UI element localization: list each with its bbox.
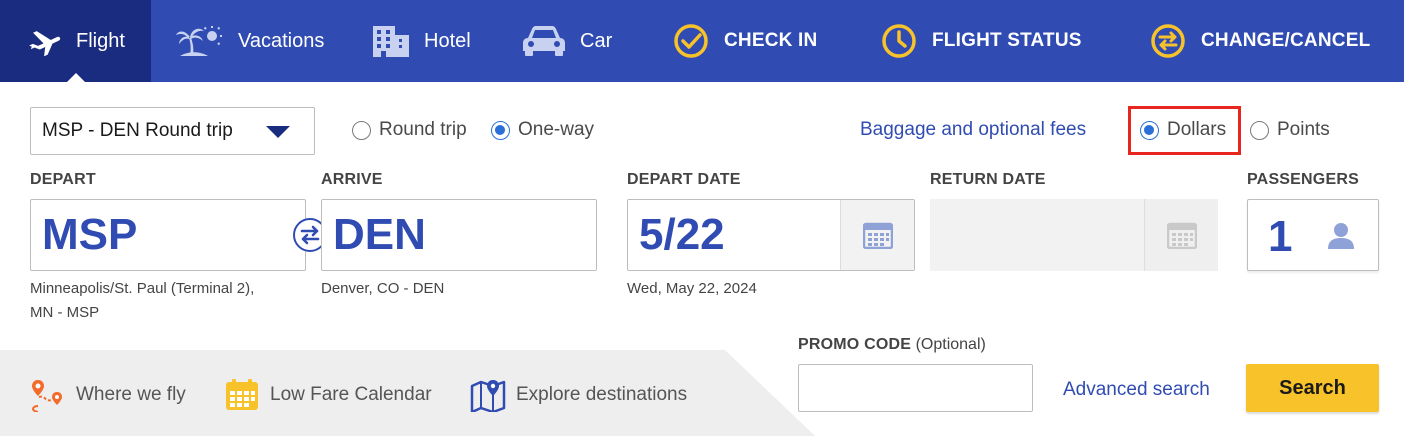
promo-code-label-text: PROMO CODE [798,336,912,353]
radio-round-trip[interactable]: Round trip [352,119,467,141]
depart-airport-detail-line2: MN - MSP [30,304,100,321]
tab-flight-status[interactable]: FLIGHT STATUS [880,0,1082,82]
promo-code-input[interactable] [798,364,1033,412]
search-button[interactable]: Search [1246,364,1379,412]
passengers-label: PASSENGERS [1247,171,1359,188]
depart-date-value: 5/22 [639,210,725,259]
depart-label: DEPART [30,171,96,188]
explore-destinations-label: Explore destinations [516,384,688,405]
person-icon [1326,220,1356,255]
radio-dollars-circle [1140,120,1159,140]
tab-vacations[interactable]: Vacations [176,0,324,82]
map-pin-icon [470,378,506,412]
where-we-fly-label: Where we fly [76,384,186,405]
tab-change-cancel[interactable]: CHANGE/CANCEL [1149,0,1370,82]
tab-flight-status-label: FLIGHT STATUS [932,30,1082,51]
radio-round-trip-circle [352,120,371,140]
calendar-icon [862,222,893,249]
tab-vacations-label: Vacations [238,29,325,52]
depart-airport-detail-line1: Minneapolis/St. Paul (Terminal 2), [30,280,255,297]
depart-date-label: DEPART DATE [627,171,741,188]
passengers-count: 1 [1268,212,1293,261]
tab-check-in-label: CHECK IN [724,30,818,51]
radio-one-way-circle [491,120,510,140]
return-date-input-disabled [930,199,1218,271]
saved-trip-value: MSP - DEN Round trip [42,120,233,141]
check-circle-icon [672,22,710,60]
promo-code-label: PROMO CODE (Optional) [798,336,986,354]
tab-hotel[interactable]: Hotel [372,0,471,82]
arrive-label: ARRIVE [321,171,383,188]
depart-airport-input[interactable]: MSP [30,199,306,271]
car-icon [522,25,566,57]
tab-change-cancel-label: CHANGE/CANCEL [1201,30,1371,51]
calendar-icon [1166,222,1197,249]
depart-date-detail: Wed, May 22, 2024 [627,280,757,297]
depart-date-input[interactable]: 5/22 [627,199,915,271]
low-fare-calendar-link[interactable]: Low Fare Calendar [224,378,432,412]
clock-icon [880,22,918,60]
tab-check-in[interactable]: CHECK IN [672,0,817,82]
radio-dollars-label: Dollars [1167,119,1227,140]
route-map-icon [30,378,66,412]
radio-dollars[interactable]: Dollars [1140,119,1226,141]
airplane-icon [26,26,62,56]
depart-date-calendar-button[interactable] [840,200,914,270]
radio-points-circle [1250,120,1269,140]
passengers-selector[interactable]: 1 [1247,199,1379,271]
where-we-fly-link[interactable]: Where we fly [30,378,186,412]
baggage-fees-link[interactable]: Baggage and optional fees [860,119,1086,141]
saved-trip-dropdown[interactable]: MSP - DEN Round trip [30,107,315,155]
arrive-airport-detail: Denver, CO - DEN [321,280,445,297]
return-date-label: RETURN DATE [930,171,1046,188]
low-fare-calendar-label: Low Fare Calendar [270,384,432,405]
swap-arrows-icon [300,225,320,245]
swap-arrows-icon [1149,22,1187,60]
tab-car[interactable]: Car [522,0,612,82]
radio-points[interactable]: Points [1250,119,1330,141]
tab-flight-label: Flight [76,29,125,52]
radio-round-trip-label: Round trip [379,119,467,140]
radio-one-way-label: One-way [518,119,595,140]
hotel-building-icon [372,24,410,58]
depart-airport-detail: Minneapolis/St. Paul (Terminal 2), MN - … [30,277,254,325]
promo-code-optional-text: (Optional) [915,336,986,353]
explore-destinations-link[interactable]: Explore destinations [470,378,687,412]
calendar-icon [224,378,260,412]
palm-tree-icon [176,25,224,57]
tab-flight[interactable]: Flight [0,0,151,82]
arrive-airport-input[interactable]: DEN [321,199,597,271]
radio-points-label: Points [1277,119,1330,140]
tab-car-label: Car [580,29,613,52]
advanced-search-link[interactable]: Advanced search [1063,379,1210,401]
booking-nav-bar: Flight Vacations Hotel Car CHECK IN FLIG… [0,0,1404,82]
depart-airport-code: MSP [42,210,138,259]
radio-one-way[interactable]: One-way [491,119,594,141]
quick-links-bar: Where we fly Low Fare Calendar Explore d… [0,350,820,436]
chevron-down-icon [266,126,290,138]
arrive-airport-code: DEN [333,210,426,259]
return-date-calendar-button [1144,199,1218,271]
tab-hotel-label: Hotel [424,29,471,52]
